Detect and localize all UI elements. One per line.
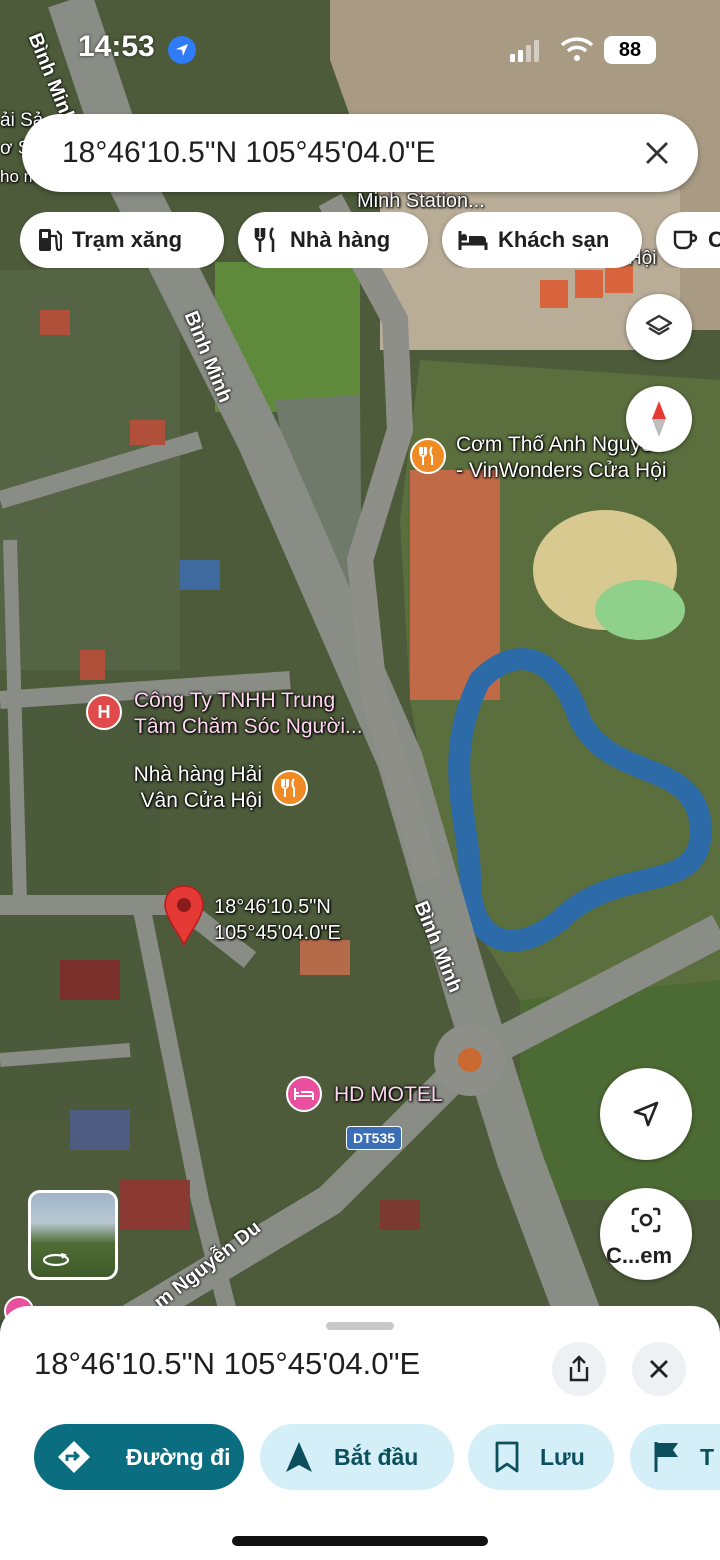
directions-button[interactable]: Đường đi <box>34 1424 244 1490</box>
camera-lens-icon <box>631 1207 661 1233</box>
start-button[interactable]: Bắt đầu <box>260 1424 454 1490</box>
save-button[interactable]: Lưu <box>468 1424 614 1490</box>
poi-label-company[interactable]: Công Ty TNHH Trung Tâm Chăm Sóc Người... <box>134 688 363 740</box>
restaurant-poi-icon[interactable] <box>272 770 308 806</box>
cellular-signal-icon <box>510 40 539 62</box>
action-label: Đường đi <box>126 1443 231 1470</box>
street-view-thumbnail[interactable] <box>28 1190 118 1280</box>
chip-label: C <box>708 227 720 252</box>
share-button[interactable] <box>552 1342 606 1396</box>
chip-hotel[interactable]: Khách sạn <box>442 212 642 268</box>
my-location-button[interactable] <box>600 1068 692 1160</box>
search-bar[interactable]: 18°46'10.5"N 105°45'04.0"E <box>22 114 698 192</box>
label-button[interactable]: T <box>630 1424 720 1490</box>
share-icon <box>569 1355 589 1382</box>
directions-icon <box>58 1441 90 1473</box>
restaurant-poi-icon[interactable] <box>410 438 446 474</box>
battery-indicator: 88 <box>604 36 656 64</box>
layers-button[interactable] <box>626 294 692 360</box>
place-bottom-sheet[interactable]: 18°46'10.5"N 105°45'04.0"E Đường đi Bắt … <box>0 1306 720 1560</box>
chip-restaurant[interactable]: Nhà hàng <box>238 212 428 268</box>
poi-label-line: - VinWonders Cửa Hội <box>456 459 667 482</box>
chip-label: Khách sạn <box>498 227 610 252</box>
drag-handle[interactable] <box>326 1322 394 1330</box>
chip-label: Nhà hàng <box>290 227 391 252</box>
map-view[interactable]: Bình Minh Bình Minh Bình Minh m Nguyễn D… <box>0 0 720 1320</box>
clear-search-button[interactable] <box>638 134 676 172</box>
navigation-arrow-icon <box>286 1442 312 1472</box>
home-indicator <box>232 1536 488 1546</box>
rotate-360-icon <box>42 1253 70 1267</box>
action-label: Bắt đầu <box>334 1443 419 1470</box>
dropped-pin-icon[interactable] <box>162 884 206 948</box>
bookmark-icon <box>495 1441 519 1473</box>
coffee-icon <box>673 230 698 250</box>
route-shield: DT535 <box>346 1126 403 1150</box>
poi-label-hai-van[interactable]: Nhà hàng Hải Vân Cửa Hội <box>120 762 262 814</box>
close-icon <box>646 142 668 164</box>
poi-label-motel[interactable]: HD MOTEL <box>334 1082 443 1108</box>
layers-icon <box>645 314 673 336</box>
compass-icon <box>652 401 666 437</box>
chip-label: Trạm xăng <box>72 227 183 252</box>
close-icon <box>650 1360 668 1378</box>
poi-label-line: Vân Cửa Hội <box>140 789 262 812</box>
search-input[interactable]: 18°46'10.5"N 105°45'04.0"E <box>62 136 436 170</box>
status-time: 14:53 <box>78 30 155 63</box>
action-label: T <box>700 1443 715 1470</box>
status-bar: 14:53 88 <box>0 22 720 78</box>
gas-station-icon <box>39 229 62 252</box>
poi-label-line: Nhà hàng Hải <box>133 763 262 786</box>
chip-coffee[interactable]: C <box>656 212 720 268</box>
hospital-poi-icon[interactable]: H <box>86 694 122 730</box>
lens-label: C...em <box>606 1243 673 1268</box>
category-chips: Trạm xăng Nhà hàng Khách sạn C <box>20 212 720 268</box>
poi-label-line: Công Ty TNHH Trung <box>134 689 336 712</box>
action-label: Lưu <box>540 1443 585 1470</box>
chip-gas-station[interactable]: Trạm xăng <box>20 212 224 268</box>
action-buttons: Đường đi Bắt đầu Lưu T <box>34 1424 720 1490</box>
hotel-poi-icon[interactable] <box>286 1076 322 1112</box>
location-arrow-icon <box>168 36 196 64</box>
pin-label-line: 105°45'04.0"E <box>214 922 341 944</box>
place-title: 18°46'10.5"N 105°45'04.0"E <box>34 1346 421 1381</box>
poi-label-line: Tâm Chăm Sóc Người... <box>134 715 363 738</box>
navigation-arrow-icon <box>633 1101 659 1127</box>
pin-label-line: 18°46'10.5"N <box>214 896 331 918</box>
compass-button[interactable] <box>626 386 692 452</box>
wifi-icon <box>560 37 594 61</box>
restaurant-icon <box>254 227 275 252</box>
close-sheet-button[interactable] <box>632 1342 686 1396</box>
pin-coordinates-label: 18°46'10.5"N 105°45'04.0"E <box>214 894 341 946</box>
hotel-icon <box>458 231 488 250</box>
flag-icon <box>654 1442 678 1472</box>
